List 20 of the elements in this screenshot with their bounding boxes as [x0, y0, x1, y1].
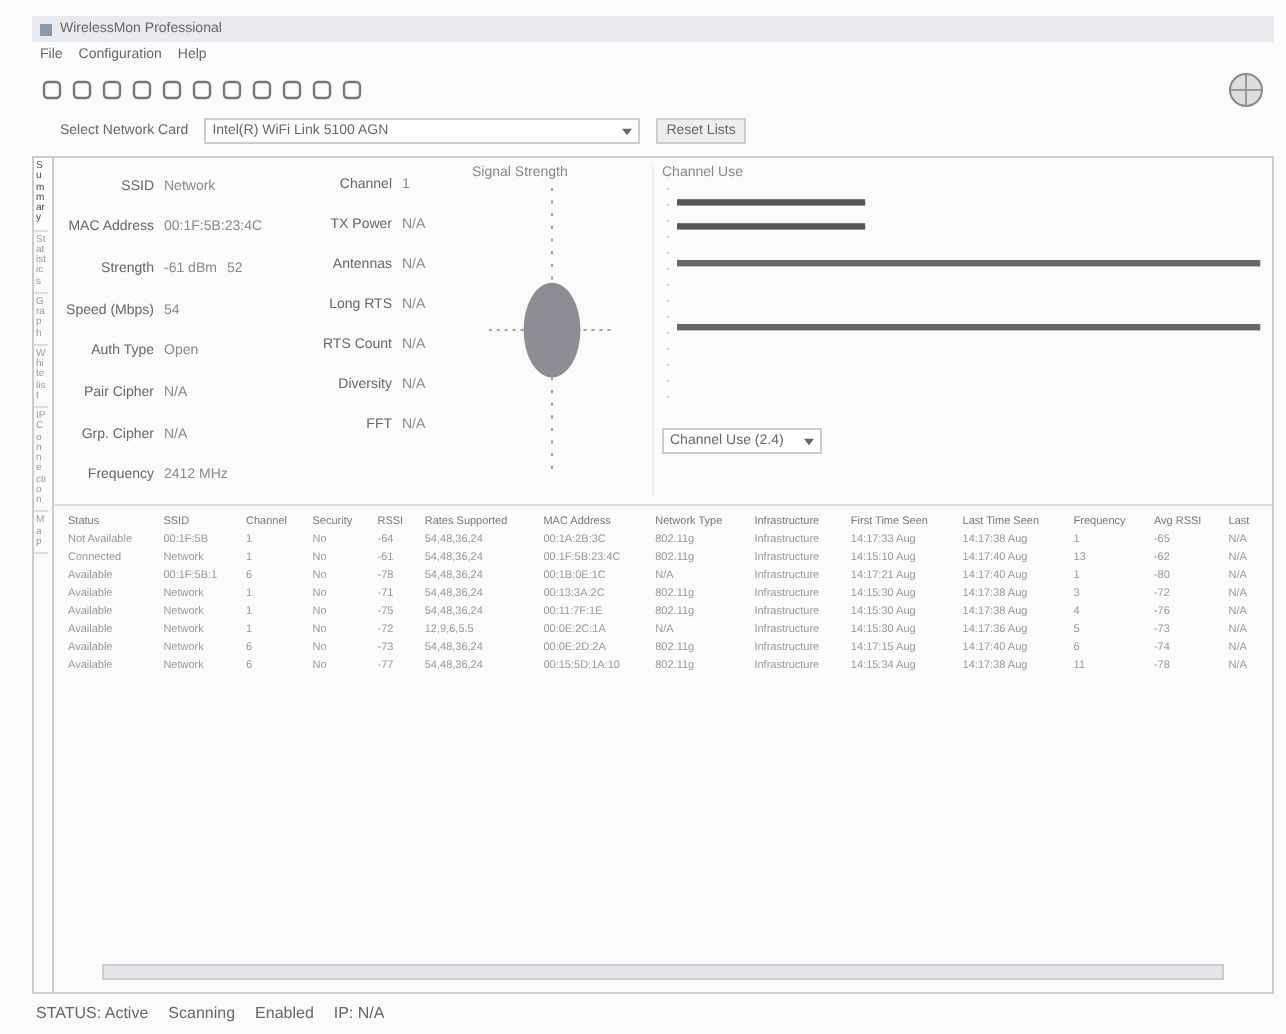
toolbar-icon[interactable]	[280, 78, 304, 102]
toolbar-icon[interactable]	[70, 78, 94, 102]
toolbar-icon[interactable]	[40, 78, 64, 102]
toolbar-icon[interactable]	[220, 78, 244, 102]
toolbar-icon[interactable]	[190, 78, 214, 102]
caret-icon	[622, 127, 633, 135]
globe-icon	[1226, 70, 1266, 110]
horizontal-scrollbar[interactable]	[102, 964, 1224, 980]
status-text: IP: N/A	[333, 1004, 385, 1022]
toolbar-icon[interactable]	[130, 78, 154, 102]
toolbar-icon[interactable]	[160, 78, 184, 102]
toolbar-icon[interactable]	[250, 78, 274, 102]
caret-icon	[804, 437, 814, 445]
status-text: Enabled	[255, 1004, 314, 1022]
status-text: Scanning	[168, 1004, 236, 1022]
toolbar-icon[interactable]	[340, 78, 364, 102]
toolbar-icon[interactable]	[310, 78, 334, 102]
status-text: STATUS: Active	[36, 1004, 149, 1022]
toolbar-icon[interactable]	[100, 78, 124, 102]
app-icon	[40, 23, 52, 35]
